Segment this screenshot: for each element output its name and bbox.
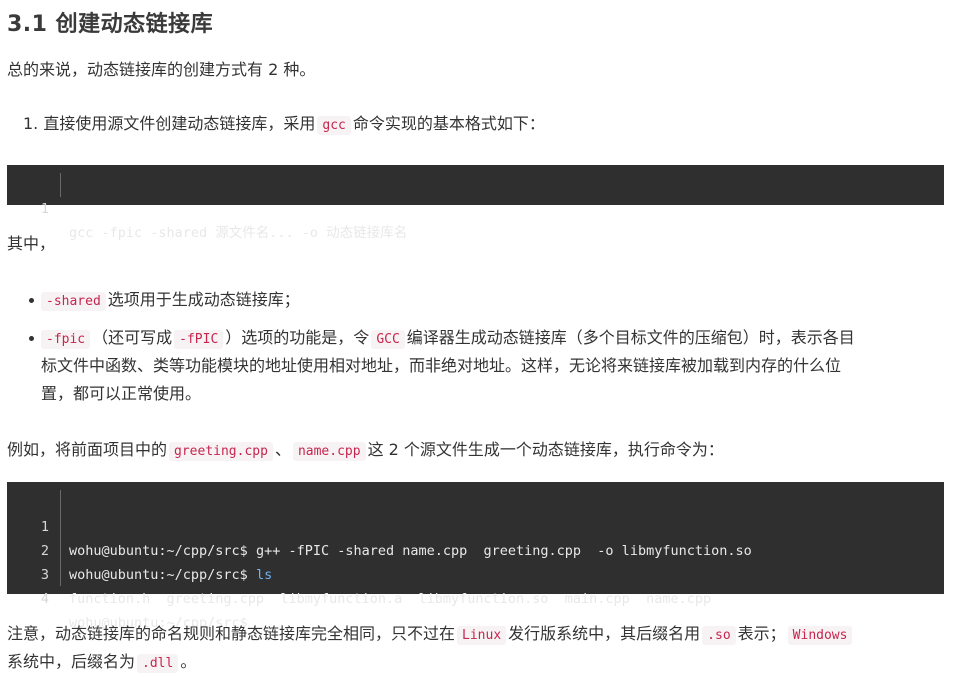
example-separator: 、 bbox=[274, 440, 291, 459]
inline-code-linux: Linux bbox=[457, 626, 507, 645]
note-text-before: 注意，动态链接库的命名规则和静态链接库完全相同，只不过在 bbox=[7, 624, 456, 643]
inline-code-gcc: gcc bbox=[317, 116, 351, 135]
code-block-2: 1 wohu@ubuntu:~/cpp/src$ g++ -fPIC -shar… bbox=[7, 482, 944, 631]
bullet-dot bbox=[29, 336, 34, 341]
inline-code-GCC: GCC bbox=[371, 330, 405, 349]
code-line: 1 wohu@ubuntu:~/cpp/src$ g++ -fPIC -shar… bbox=[7, 491, 944, 559]
bullet2-text2: ）选项的功能是，令 bbox=[225, 328, 370, 347]
line-number: 4 bbox=[40, 591, 49, 607]
code-text: function.h greeting.cpp libmyfunction.a … bbox=[69, 587, 711, 611]
bullet2-line3: 置，都可以正常使用。 bbox=[41, 384, 202, 403]
code-text: gcc -fpic -shared 源文件名... -o 动态链接库名 bbox=[69, 225, 408, 241]
example-paragraph: 例如，将前面项目中的 greeting.cpp、 name.cpp 这 2 个源文件生… bbox=[7, 436, 724, 466]
step1-text-before: 直接使用源文件创建动态链接库，采用 bbox=[43, 114, 316, 133]
note-paragraph: 注意，动态链接库的命名规则和静态链接库完全相同，只不过在 Linux 发行版系统中，… bbox=[7, 620, 944, 676]
step1-text-after: 命令实现的基本格式如下： bbox=[352, 114, 545, 133]
intro-paragraph: 总的来说，动态链接库的创建方式有 2 种。 bbox=[7, 60, 316, 79]
note-text-mid2: 表示； bbox=[737, 624, 786, 643]
code-line: 4 wohu@ubuntu:~/cpp/src$ bbox=[7, 563, 944, 631]
note-text-mid1: 发行版系统中，其后缀名用 bbox=[508, 624, 701, 643]
inline-code-so: .so bbox=[702, 626, 736, 645]
code-block-1: 1 gcc -fpic -shared 源文件名... -o 动态链接库名 bbox=[7, 165, 944, 241]
section-heading: 3.1 创建动态链接库 bbox=[7, 12, 214, 37]
list-marker: 1. bbox=[23, 114, 39, 133]
bullet2-line2: 标文件中函数、类等功能模块的地址使用相对地址，而非绝对地址。这样，无论将来链接库… bbox=[41, 356, 842, 375]
inline-code-shared: -shared bbox=[41, 292, 106, 311]
code-line: 3 function.h greeting.cpp libmyfunction.… bbox=[7, 539, 944, 607]
inline-code-fPIC: -fPIC bbox=[174, 330, 224, 349]
bullet2-text1: （还可写成 bbox=[92, 328, 173, 347]
example-text-after: 这 2 个源文件生成一个动态链接库，执行命令为： bbox=[367, 440, 724, 459]
inline-code-fpic: -fpic bbox=[41, 330, 91, 349]
shell-output: function.h greeting.cpp libmyfunction.a … bbox=[69, 591, 712, 607]
code-line: 1 gcc -fpic -shared 源文件名... -o 动态链接库名 bbox=[7, 173, 944, 241]
inline-code-dll: .dll bbox=[137, 654, 179, 673]
bullet2-text3: 编译器生成动态链接库（多个目标文件的压缩包）时，表示各目 bbox=[406, 328, 855, 347]
code-line: 2 wohu@ubuntu:~/cpp/src$ ls bbox=[7, 515, 944, 583]
bullet-item-fpic: -fpic （还可写成 -fPIC ）选项的功能是，令 GCC 编译器生成动态链接库（多个… bbox=[41, 324, 941, 408]
line-number: 1 bbox=[40, 201, 49, 217]
bullet1-text: 选项用于生成动态链接库； bbox=[107, 290, 300, 309]
note-line2-before: 系统中，后缀名为 bbox=[7, 652, 136, 671]
where-paragraph: 其中， bbox=[7, 234, 56, 253]
example-text-before: 例如，将前面项目中的 bbox=[7, 440, 168, 459]
inline-code-windows: Windows bbox=[787, 626, 853, 645]
inline-code-name-cpp: name.cpp bbox=[292, 442, 366, 461]
bullet-dot bbox=[29, 298, 34, 303]
ordered-list-item-1: 1. 直接使用源文件创建动态链接库，采用 gcc 命令实现的基本格式如下： bbox=[23, 110, 545, 140]
bullet-list: -shared 选项用于生成动态链接库； -fpic （还可写成 -fPIC ）选项的功… bbox=[7, 286, 944, 416]
inline-code-greeting-cpp: greeting.cpp bbox=[169, 442, 273, 461]
bullet-item-shared: -shared 选项用于生成动态链接库； bbox=[41, 286, 941, 314]
note-line2-after: 。 bbox=[180, 652, 197, 671]
